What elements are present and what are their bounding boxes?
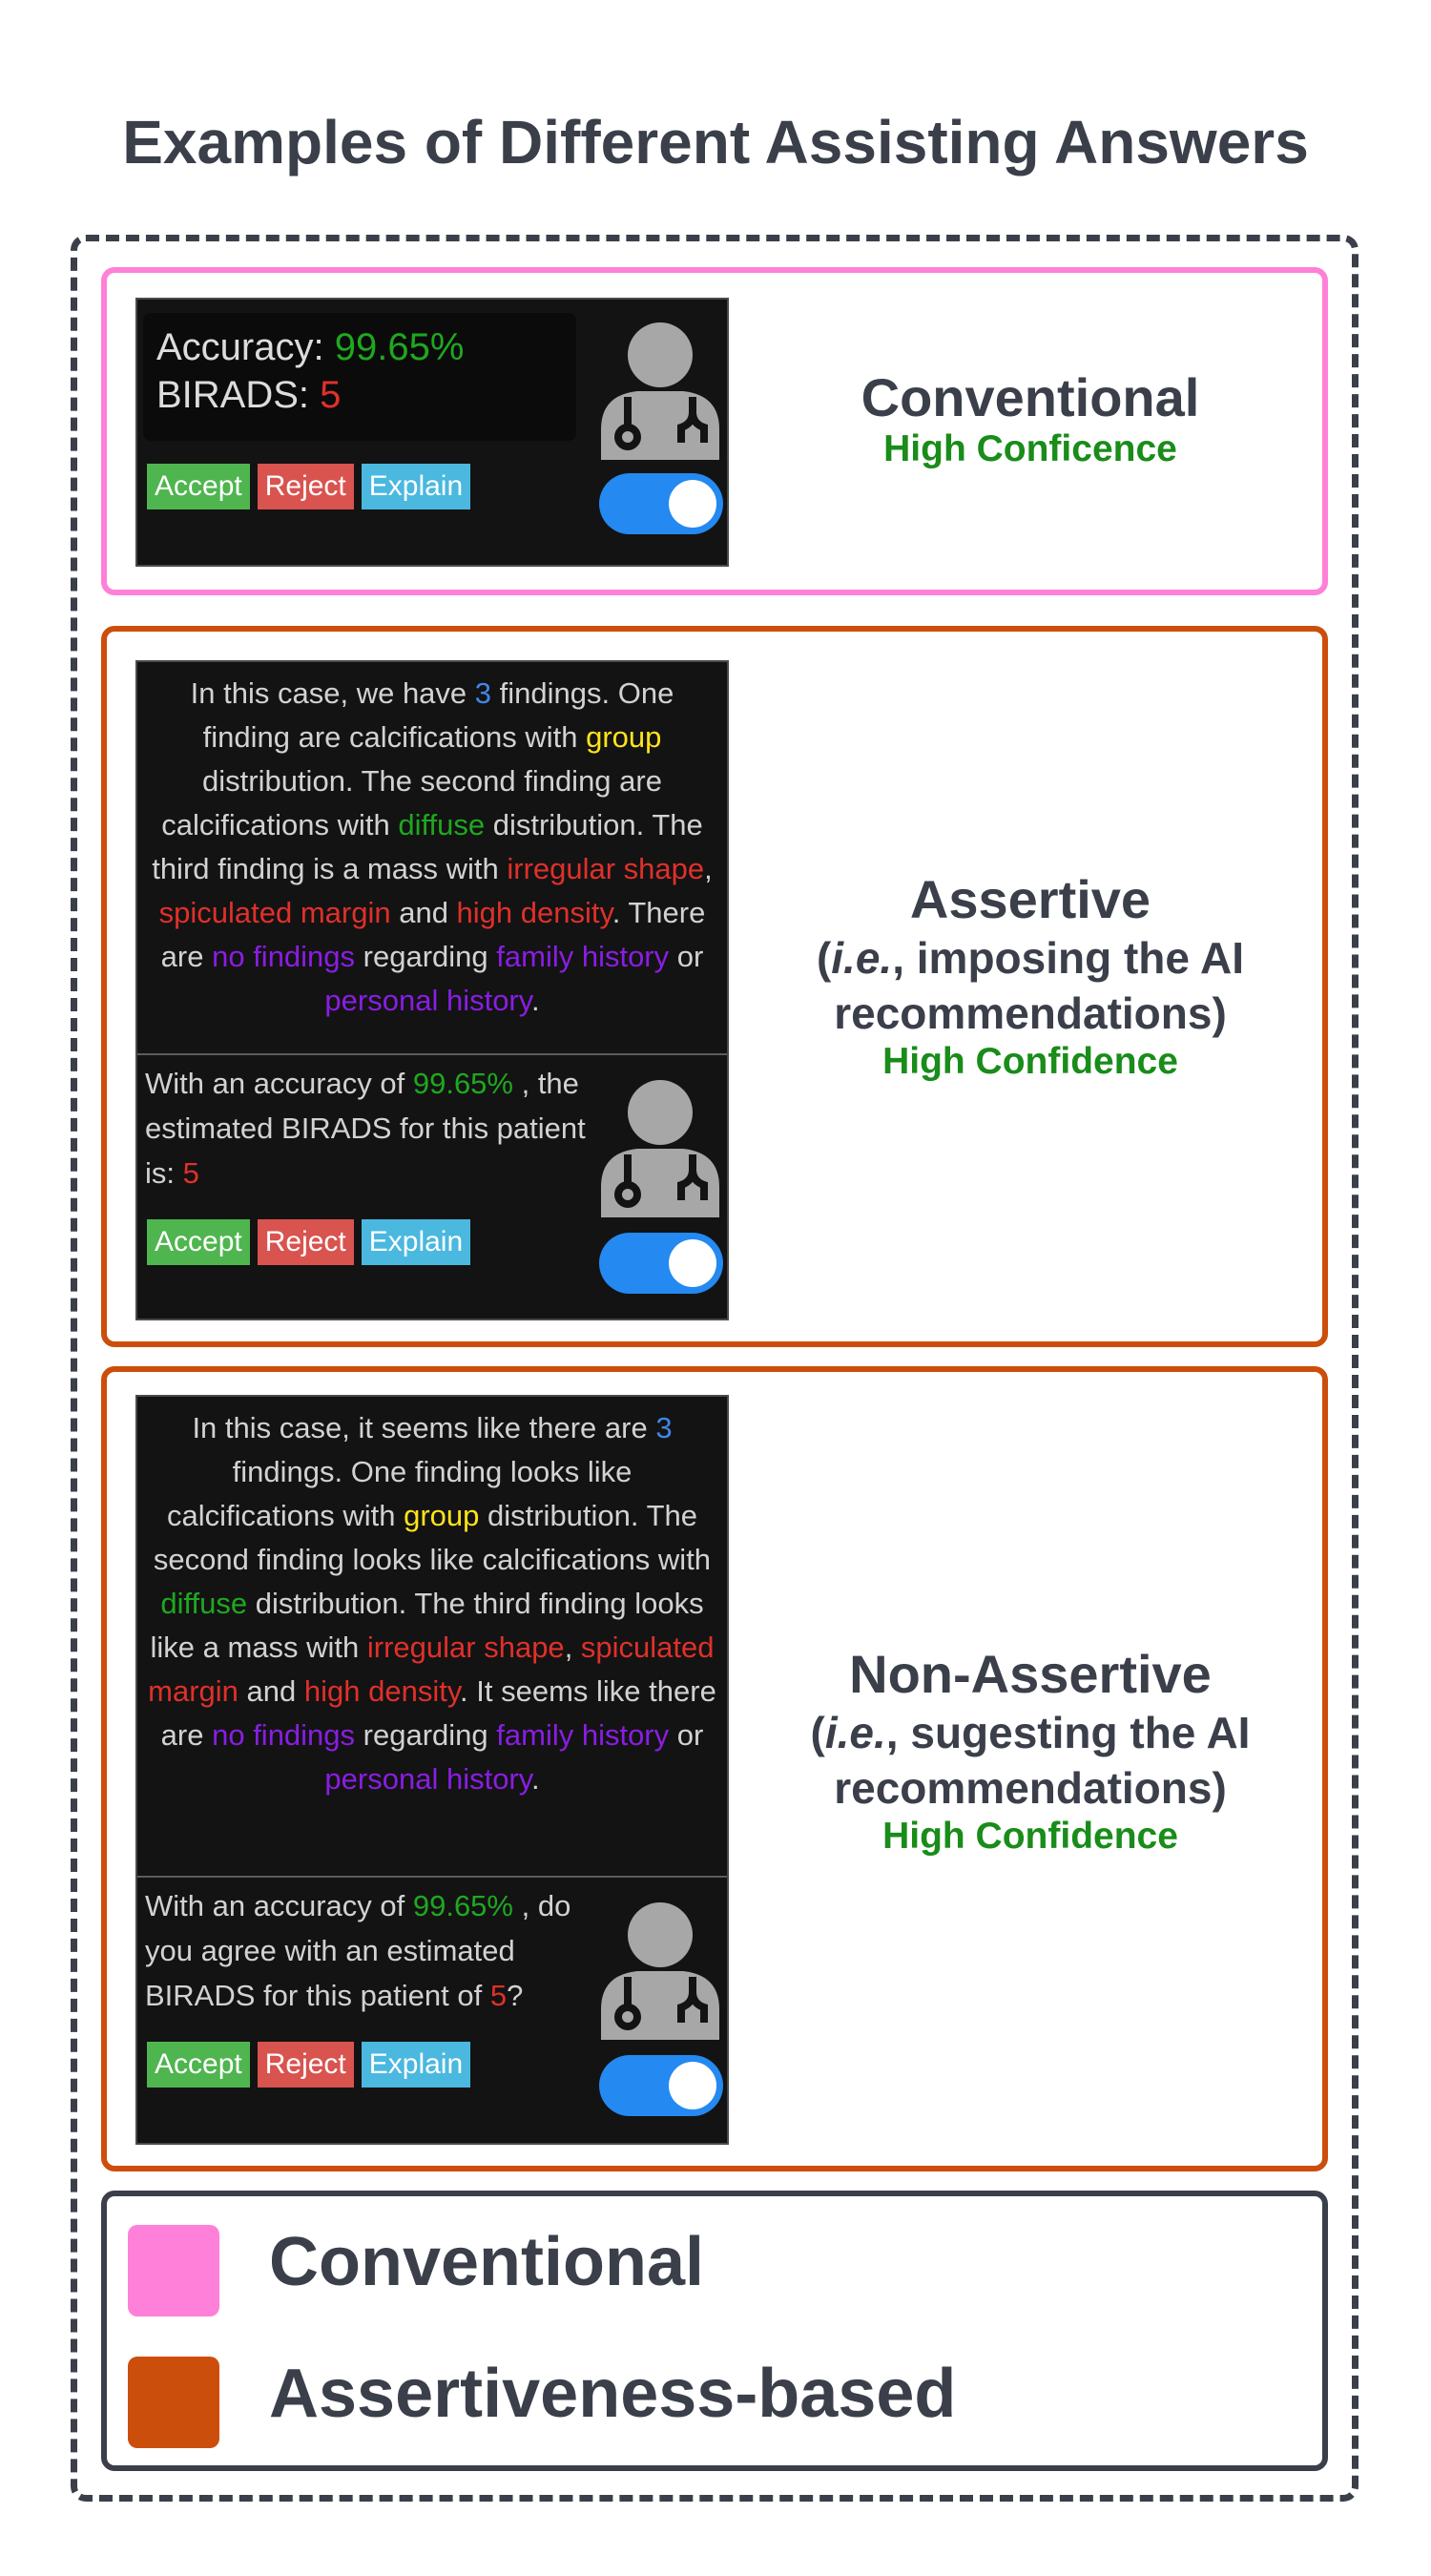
toggle-switch[interactable] [599,473,723,534]
reject-button[interactable]: Reject [257,2042,354,2088]
doctor-icon [601,1080,719,1217]
recommendation-text: With an accuracy of 99.65% , do you agre… [145,1889,571,2012]
birads-line: BIRADS: 5 [156,374,341,417]
accept-button[interactable]: Accept [147,464,250,509]
recommendation-text: With an accuracy of 99.65% , the estimat… [145,1067,586,1190]
explain-button[interactable]: Explain [361,1219,471,1265]
label-subtitle: (i.e., imposing the AI recommendations) [816,933,1245,1038]
accept-button[interactable]: Accept [147,2042,250,2088]
toggle-knob [669,2062,716,2109]
explain-button[interactable]: Explain [361,464,471,509]
legend: Conventional Assertiveness-based [101,2191,1328,2471]
page-title: Examples of Different Assisting Answers [122,108,1309,177]
legend-label-assertiveness: Assertiveness-based [269,2356,957,2432]
legend-label-conventional: Conventional [269,2224,705,2300]
label-heading: Non-Assertive [849,1644,1212,1704]
legend-swatch-conventional [128,2225,219,2316]
label-confidence: High Confidence [882,1041,1178,1082]
accept-button[interactable]: Accept [147,1219,250,1265]
toggle-switch[interactable] [599,2055,723,2116]
accuracy-line: Accuracy: 99.65% [156,326,464,369]
label-confidence: High Confidence [882,1816,1178,1857]
label-subtitle: (i.e., sugesting the AI recommendations) [810,1708,1251,1813]
toggle-knob [669,480,716,528]
assertive-ui-screenshot: In this case, we have 3 findings. One fi… [135,660,729,1320]
non-assertive-label: Non-Assertive (i.e., sugesting the AI re… [763,1643,1297,1858]
toggle-knob [669,1239,716,1287]
divider [137,1053,727,1055]
accuracy-value: 99.65% [334,326,465,368]
accuracy-label: Accuracy: [156,326,335,368]
conventional-label: Conventional High Conficence [763,366,1297,470]
divider [137,1876,727,1878]
legend-swatch-assertiveness [128,2357,219,2448]
conventional-ui-screenshot: Accuracy: 99.65% BIRADS: 5 Accept Reject… [135,298,729,567]
explain-button[interactable]: Explain [361,2042,471,2088]
findings-text: In this case, we have 3 findings. One fi… [152,676,713,1017]
assertive-label: Assertive (i.e., imposing the AI recomme… [763,868,1297,1083]
accuracy-box: Accuracy: 99.65% BIRADS: 5 [143,313,576,441]
toggle-switch[interactable] [599,1233,723,1294]
label-heading: Conventional [861,367,1200,427]
label-confidence: High Conficence [883,428,1177,469]
reject-button[interactable]: Reject [257,1219,354,1265]
birads-value: 5 [320,374,342,416]
findings-text: In this case, it seems like there are 3 … [148,1411,716,1796]
non-assertive-ui-screenshot: In this case, it seems like there are 3 … [135,1395,729,2145]
doctor-icon [601,1902,719,2040]
doctor-icon [601,322,719,460]
label-heading: Assertive [909,869,1151,929]
birads-label: BIRADS: [156,374,321,416]
reject-button[interactable]: Reject [257,464,354,509]
